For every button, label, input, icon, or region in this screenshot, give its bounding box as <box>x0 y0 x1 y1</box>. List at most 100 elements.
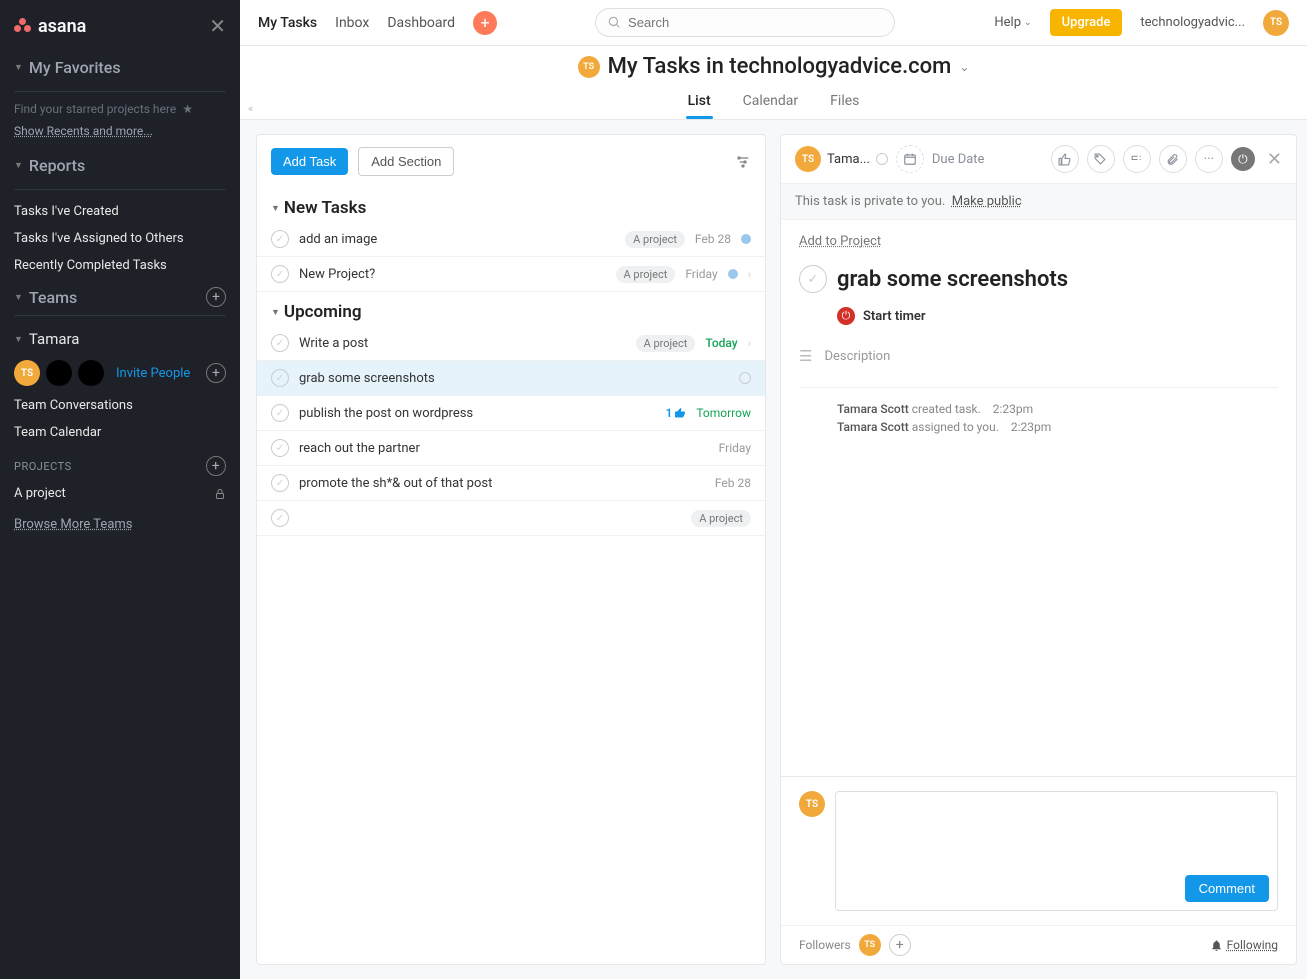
description-field[interactable]: ☰ Description <box>799 347 1278 365</box>
favorites-heading[interactable]: ▼ My Favorites <box>14 58 226 77</box>
add-follower-button[interactable]: + <box>889 934 911 956</box>
project-pill[interactable]: A project <box>691 510 751 527</box>
section-upcoming[interactable]: ▼ Upcoming <box>257 292 765 326</box>
due-date-icon[interactable] <box>896 145 924 173</box>
add-task-button[interactable]: Add Task <box>271 148 348 175</box>
activity-item: Tamara Scott assigned to you. 2:23pm <box>837 420 1278 434</box>
due-date-label[interactable]: Due Date <box>932 152 985 167</box>
complete-check-icon[interactable]: ✓ <box>271 230 289 248</box>
add-section-button[interactable]: Add Section <box>358 147 454 176</box>
nav-my-tasks[interactable]: My Tasks <box>258 15 317 31</box>
report-link-tasks-created[interactable]: Tasks I've Created <box>0 198 240 225</box>
task-due: Friday <box>719 441 751 455</box>
chevron-down-icon[interactable]: ⌄ <box>959 60 969 74</box>
caret-down-icon: ▼ <box>14 292 23 303</box>
tab-calendar[interactable]: Calendar <box>741 87 801 119</box>
following-toggle[interactable]: Following <box>1210 938 1278 952</box>
task-row[interactable]: ✓ A project <box>257 501 765 536</box>
lock-icon <box>214 488 226 500</box>
tab-list[interactable]: List <box>686 87 713 119</box>
report-link-tasks-assigned[interactable]: Tasks I've Assigned to Others <box>0 225 240 252</box>
follower-avatar[interactable]: TS <box>859 934 881 956</box>
tag-icon[interactable] <box>1087 145 1115 173</box>
task-list-panel: Add Task Add Section ▼ New Tasks ✓ add a… <box>256 134 766 965</box>
avatar[interactable] <box>46 360 72 386</box>
comment-input[interactable] <box>844 800 1269 867</box>
complete-check-icon[interactable]: ✓ <box>271 369 289 387</box>
close-icon[interactable]: ✕ <box>1267 149 1282 170</box>
like-icon[interactable] <box>1051 145 1079 173</box>
nav-dashboard[interactable]: Dashboard <box>387 15 455 31</box>
task-detail-title[interactable]: grab some screenshots <box>837 267 1068 292</box>
more-icon[interactable]: ··· <box>1195 145 1223 173</box>
create-button[interactable]: + <box>473 11 497 35</box>
add-to-project-link[interactable]: Add to Project <box>799 234 881 249</box>
task-row[interactable]: ✓ publish the post on wordpress 1 Tomorr… <box>257 396 765 431</box>
team-conversations-link[interactable]: Team Conversations <box>0 392 240 419</box>
task-row[interactable]: ✓ add an image A project Feb 28 <box>257 222 765 257</box>
section-label: New Tasks <box>284 198 366 218</box>
start-timer-button[interactable]: ⏻ Start timer <box>837 307 1278 325</box>
comment-button[interactable]: Comment <box>1185 875 1269 902</box>
team-calendar-link[interactable]: Team Calendar <box>0 419 240 446</box>
attachment-icon[interactable] <box>1159 145 1187 173</box>
like-count[interactable]: 1 <box>665 406 686 420</box>
clear-assignee-icon[interactable] <box>876 153 888 165</box>
task-title: New Project? <box>299 267 606 282</box>
project-link-a-project[interactable]: A project <box>0 480 240 507</box>
avatar[interactable]: TS <box>14 360 40 386</box>
show-recents-link[interactable]: Show Recents and more... <box>0 124 240 148</box>
complete-check-icon[interactable]: ✓ <box>271 265 289 283</box>
task-row[interactable]: ✓ promote the sh*& out of that post Feb … <box>257 466 765 501</box>
project-pill[interactable]: A project <box>636 335 696 352</box>
make-public-link[interactable]: Make public <box>952 194 1022 209</box>
org-menu[interactable]: technologyadvic... <box>1140 15 1245 30</box>
expand-sidebar-icon[interactable]: « <box>248 102 253 115</box>
project-pill[interactable]: A project <box>625 231 685 248</box>
power-icon: ⏻ <box>837 307 855 325</box>
task-row[interactable]: ✓ New Project? A project Friday › <box>257 257 765 292</box>
task-due: Feb 28 <box>695 232 731 246</box>
teams-heading[interactable]: Teams <box>29 288 77 307</box>
add-team-button[interactable]: + <box>206 287 226 307</box>
team-link-tamara[interactable]: ▼ Tamara <box>0 324 240 354</box>
avatar[interactable] <box>78 360 104 386</box>
task-row[interactable]: ✓ reach out the partner Friday <box>257 431 765 466</box>
task-title: reach out the partner <box>299 441 709 456</box>
task-row[interactable]: ✓ Write a post A project Today › <box>257 326 765 361</box>
collapse-sidebar-icon[interactable]: ✕ <box>209 14 226 38</box>
complete-check-icon[interactable]: ✓ <box>271 509 289 527</box>
subtask-icon[interactable] <box>1123 145 1151 173</box>
task-due: Today <box>705 336 737 350</box>
tab-files[interactable]: Files <box>828 87 861 119</box>
browse-more-teams-link[interactable]: Browse More Teams <box>0 507 240 542</box>
invite-people-link[interactable]: Invite People <box>116 366 190 381</box>
complete-check-icon[interactable]: ✓ <box>271 474 289 492</box>
star-icon: ★ <box>182 102 193 116</box>
task-row[interactable]: ✓ grab some screenshots <box>257 361 765 396</box>
complete-check-icon[interactable]: ✓ <box>271 439 289 457</box>
add-member-button[interactable]: + <box>206 363 226 383</box>
help-menu[interactable]: Help ⌄ <box>994 15 1031 30</box>
filter-icon[interactable] <box>735 154 751 170</box>
assignee-chip[interactable]: TS Tama... <box>795 146 888 172</box>
user-avatar[interactable]: TS <box>1263 10 1289 36</box>
page-avatar: TS <box>578 56 600 78</box>
caret-down-icon: ▼ <box>14 334 23 345</box>
complete-check-icon[interactable]: ✓ <box>799 265 827 293</box>
report-link-recently-completed[interactable]: Recently Completed Tasks <box>0 252 240 279</box>
upgrade-button[interactable]: Upgrade <box>1050 9 1123 36</box>
complete-check-icon[interactable]: ✓ <box>271 404 289 422</box>
section-new-tasks[interactable]: ▼ New Tasks <box>257 188 765 222</box>
search-input[interactable] <box>595 8 895 37</box>
harvest-timer-icon[interactable]: ⏻ <box>1231 147 1255 171</box>
nav-inbox[interactable]: Inbox <box>335 15 369 31</box>
logo[interactable]: asana <box>14 16 86 37</box>
project-pill[interactable]: A project <box>616 266 676 283</box>
add-project-button[interactable]: + <box>206 456 226 476</box>
logo-text: asana <box>38 16 86 37</box>
assignee-avatar: TS <box>795 146 821 172</box>
complete-check-icon[interactable]: ✓ <box>271 334 289 352</box>
reports-heading[interactable]: ▼ Reports <box>14 156 226 175</box>
caret-down-icon: ▼ <box>14 62 23 73</box>
